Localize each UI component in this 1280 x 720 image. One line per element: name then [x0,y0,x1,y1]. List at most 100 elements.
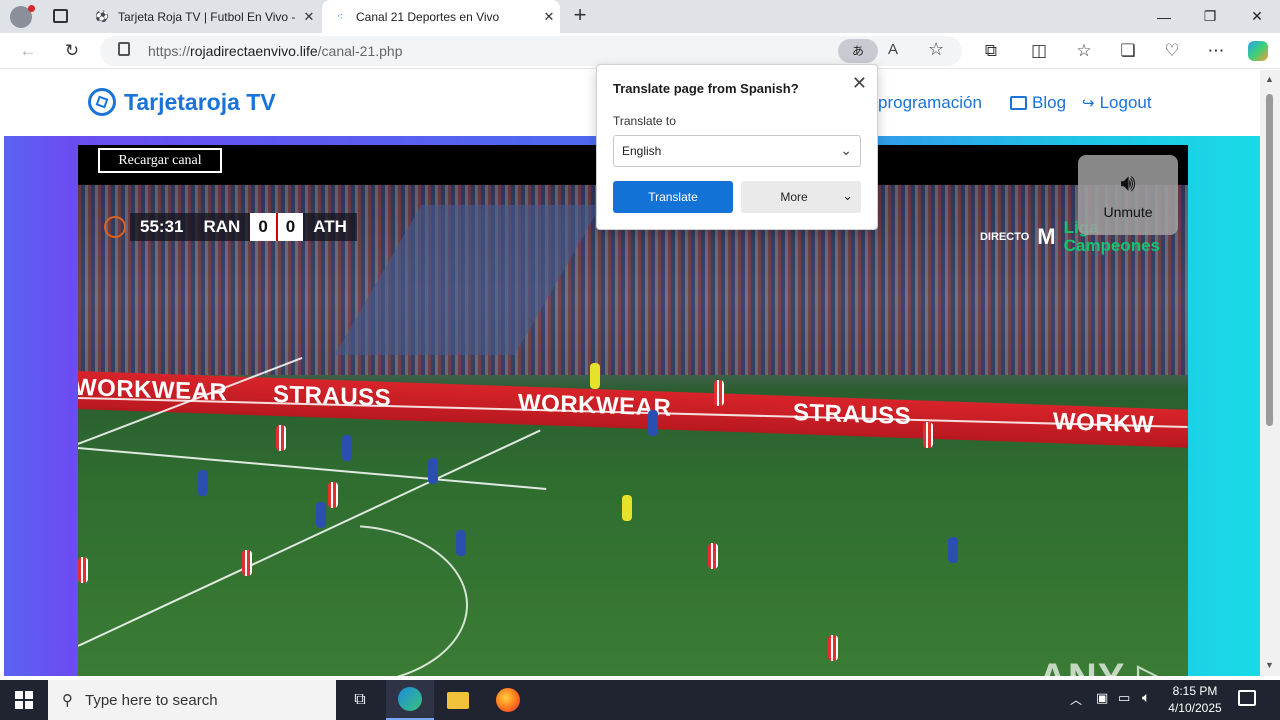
player-figure [923,422,933,448]
lock-icon[interactable] [118,42,130,56]
extensions-icon[interactable]: ⧉ [975,35,1007,67]
address-bar[interactable]: https://rojadirectaenvivo.life/canal-21.… [100,36,962,66]
more-label: More [780,190,808,204]
away-team: ATH [303,212,357,241]
minimize-button[interactable]: — [1141,0,1187,33]
uefa-europa-league-icon [104,215,126,238]
nav-label: Blog [1032,93,1067,112]
task-view-icon[interactable]: ⧉ [336,680,384,720]
match-clock: 55:31 [130,212,194,241]
referee-figure [622,495,632,521]
profile-notification-badge [28,5,35,12]
tab-tarjeta-roja[interactable]: ⚽ Tarjeta Roja TV | Futbol En Vivo - Y ✕ [84,0,320,33]
restore-button[interactable]: ❐ [1187,0,1233,33]
player-figure [276,425,286,451]
scrollbar-thumb[interactable] [1266,94,1273,426]
close-icon[interactable]: ✕ [852,73,867,94]
settings-more-icon[interactable]: ⋯ [1200,35,1232,67]
site-logo[interactable]: Tarjetaroja TV [88,88,276,116]
tab-title: Canal 21 Deportes en Vivo [356,9,500,24]
player-figure [198,470,208,496]
nav-blog[interactable]: Blog [1010,93,1066,113]
player-figure [456,530,466,556]
taskbar: ⚲ Type here to search ⧉ ︿ ▣ ▭ 🔈︎ 8:15 PM… [0,680,1280,720]
copilot-icon[interactable] [1242,35,1274,67]
network-icon[interactable]: ▣ [1096,690,1108,706]
player-figure [714,380,724,406]
close-window-button[interactable]: ✕ [1234,0,1280,33]
edge-icon[interactable] [386,680,434,720]
linesman-figure [590,363,600,389]
logout-icon: ↪ [1082,95,1095,112]
live-label: DIRECTO [979,231,1030,243]
more-button[interactable]: More ⌄ [741,181,861,213]
nav-logout[interactable]: ↪ Logout [1082,93,1152,113]
url-scheme: https:// [148,43,191,59]
notifications-icon[interactable] [1238,690,1256,706]
unmute-button[interactable]: 🔊︎ Unmute [1078,155,1178,235]
split-screen-icon[interactable]: ◫ [1023,35,1055,67]
tab-close-icon[interactable]: ✕ [538,9,560,25]
back-button[interactable]: ← [12,35,44,67]
refresh-button[interactable]: ↻ [56,35,88,67]
favorites-icon[interactable]: ☆ [1068,35,1100,67]
player-figure [708,543,718,569]
away-score: 0 [275,212,304,241]
selected-language: English [622,144,662,158]
player-figure [428,458,438,484]
anyrun-watermark: ANY ▷ RUN [1038,655,1188,676]
taskbar-search[interactable]: ⚲ Type here to search [48,680,336,720]
reload-channel-button[interactable]: Recargar canal [98,148,222,173]
logo-text: Tarjetaroja TV [124,88,276,115]
player-figure [316,502,326,528]
start-button[interactable] [0,680,48,720]
scroll-down-arrow[interactable]: ▼ [1265,660,1274,670]
page-scrollbar[interactable]: ▲ ▼ [1260,70,1280,676]
show-hidden-icons[interactable]: ︿ [1070,691,1082,708]
player-figure [948,537,958,563]
nav-label: programación [878,93,982,112]
system-clock[interactable]: 8:15 PM 4/10/2025 [1164,683,1226,717]
tab-favicon-icon: ⚽ [95,11,109,23]
windows-logo-icon [15,691,33,709]
score-bug: 55:31 RAN 0 0 ATH [104,212,357,241]
volume-icon[interactable]: 🔈︎ [1142,689,1150,706]
ethernet-icon[interactable]: ▭ [1118,690,1130,706]
translate-popup: Translate page from Spanish? ✕ Translate… [596,64,878,230]
chevron-down-icon: ⌄ [840,142,852,158]
home-team: RAN [193,212,251,241]
pitch-line [78,429,541,647]
firefox-icon[interactable] [484,680,532,720]
league-line2: Campeones [1063,236,1160,255]
url-text[interactable]: https://rojadirectaenvivo.life/canal-21.… [148,43,403,59]
ad-text: STRAUSS [273,380,392,412]
browser-tab-bar: ⚽ Tarjeta Roja TV | Futbol En Vivo - Y ✕… [0,0,1280,33]
chevron-down-icon: ⌄ [842,188,853,203]
clock-date: 4/10/2025 [1168,701,1222,715]
ad-text: STRAUSS [793,398,912,431]
translate-icon[interactable]: あ [838,39,878,63]
scroll-up-arrow[interactable]: ▲ [1265,74,1274,84]
penalty-arc [360,525,468,676]
read-aloud-icon[interactable]: A [888,41,898,58]
player-figure [342,435,352,461]
player-figure [78,557,88,583]
player-figure [828,635,838,661]
tab-title: Tarjeta Roja TV | Futbol En Vivo - Y [118,9,298,24]
nav-programacion[interactable]: programación [878,93,982,113]
translate-button[interactable]: Translate [613,181,733,213]
newspaper-icon [1010,96,1027,110]
video-frame: WORKWEAR STRAUSS WORKWEAR STRAUSS WORKW [78,185,1188,676]
file-explorer-icon[interactable] [434,680,482,720]
tab-actions-icon[interactable] [53,9,68,23]
tab-close-icon[interactable]: ✕ [298,9,320,25]
tab-canal-21[interactable]: ⁖ Canal 21 Deportes en Vivo ✕ [322,0,560,33]
ad-boards: WORKWEAR STRAUSS WORKWEAR STRAUSS WORKW [78,371,1188,448]
browser-essentials-icon[interactable]: ♡ [1156,35,1188,67]
player-figure [648,410,658,436]
new-tab-button[interactable]: + [568,4,592,28]
favorite-star-icon[interactable]: ☆ [928,39,944,60]
movistar-icon: M [1037,224,1056,249]
collections-icon[interactable]: ❏ [1112,35,1144,67]
language-select[interactable]: English ⌄ [613,135,861,167]
